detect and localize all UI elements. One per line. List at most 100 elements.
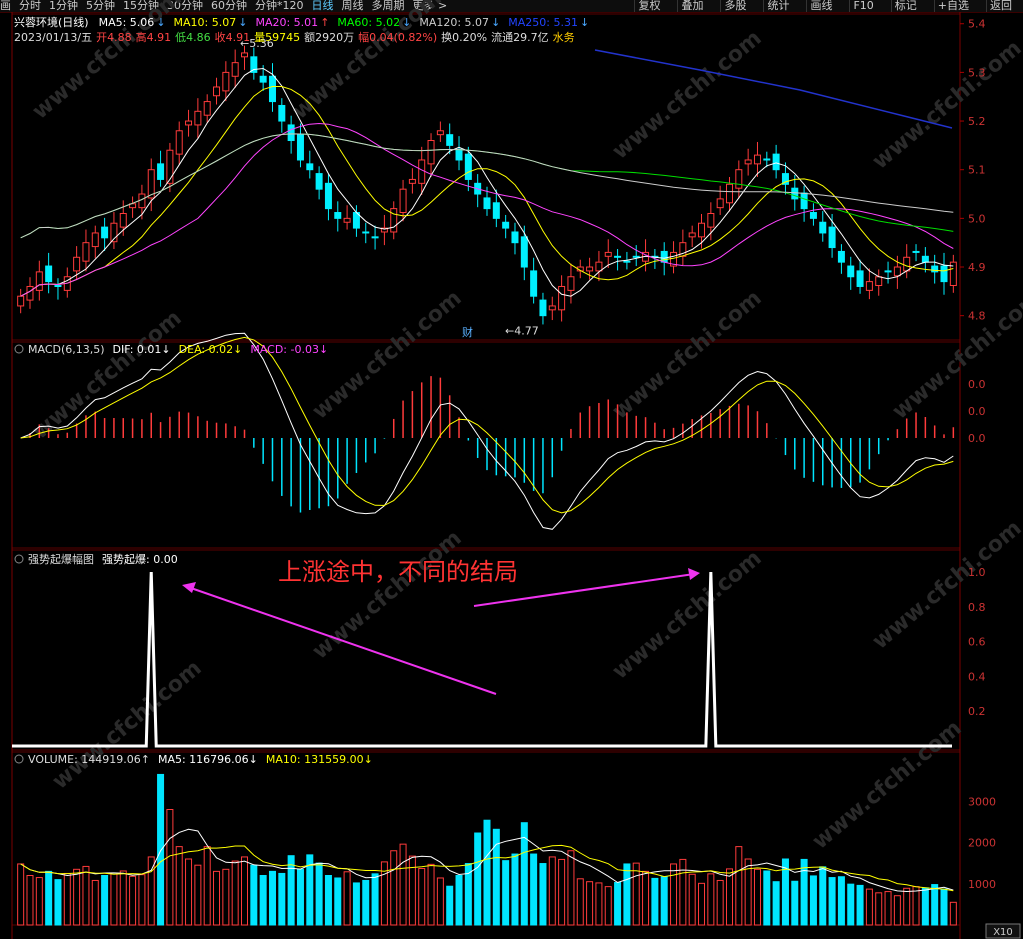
candle-body-58 bbox=[558, 285, 566, 311]
macd-tick-1: 0.0 bbox=[968, 405, 986, 418]
volume-bar-72 bbox=[688, 873, 696, 926]
volume-bar-45 bbox=[436, 877, 444, 926]
signal-tick-3: 0.8 bbox=[968, 601, 986, 614]
price-tick-5: 5.3 bbox=[968, 66, 986, 79]
volume-bar-19 bbox=[194, 864, 202, 926]
volume-bar-50 bbox=[483, 819, 491, 926]
volume-bar-35 bbox=[343, 871, 351, 926]
candle-body-89 bbox=[847, 265, 855, 278]
candle-body-11 bbox=[119, 212, 127, 228]
volume-bar-83 bbox=[791, 880, 799, 926]
volume-bar-49 bbox=[474, 832, 482, 926]
volume-bar-1 bbox=[26, 875, 34, 926]
volume-bar-23 bbox=[231, 860, 239, 926]
price-tick-4: 5.2 bbox=[968, 115, 986, 128]
candle-body-8 bbox=[91, 232, 99, 248]
volume-bar-93 bbox=[884, 891, 892, 926]
candle-body-75 bbox=[716, 198, 724, 209]
candle-body-35 bbox=[343, 217, 351, 223]
volume-bar-4 bbox=[54, 879, 62, 926]
watermark-4: www.cfchi.com bbox=[28, 306, 187, 445]
ma-label-0: MA5: 5.06 bbox=[99, 16, 155, 29]
volume-bar-15 bbox=[157, 773, 165, 926]
volume-bar-12 bbox=[129, 875, 137, 926]
candle-body-7 bbox=[82, 242, 90, 262]
volume-bar-8 bbox=[91, 879, 99, 926]
ma-arrow-4: ↓ bbox=[491, 16, 500, 29]
candle-body-92 bbox=[875, 276, 883, 287]
stock-chart[interactable]: www.cfchi.com www.cfchi.com www.cfchi.com w… bbox=[0, 0, 1023, 939]
watermark-5: www.cfchi.com bbox=[308, 286, 467, 425]
volume-bar-2 bbox=[35, 877, 43, 926]
volume-bar-90 bbox=[856, 884, 864, 926]
volume-bar-70 bbox=[670, 863, 678, 926]
candle-body-33 bbox=[324, 182, 332, 210]
candle-body-21 bbox=[213, 86, 221, 97]
candle-body-74 bbox=[707, 212, 715, 228]
price-tick-3: 5.1 bbox=[968, 164, 986, 177]
candle-body-24 bbox=[241, 52, 249, 58]
candle-body-83 bbox=[791, 187, 799, 200]
candle-body-87 bbox=[828, 226, 836, 249]
volume-bar-3 bbox=[45, 870, 53, 926]
macd-header-item-0: MACD(6,13,5) bbox=[28, 343, 105, 356]
candle-body-57 bbox=[548, 305, 556, 311]
volume-bar-97 bbox=[921, 887, 929, 926]
info-2: 高4.91 bbox=[136, 30, 172, 44]
volume-bar-60 bbox=[576, 878, 584, 926]
annotation-arrowhead-left bbox=[182, 582, 196, 593]
volume-bar-55 bbox=[530, 853, 538, 926]
volume-bar-14 bbox=[147, 856, 155, 926]
volume-bar-96 bbox=[912, 886, 920, 926]
candle-body-81 bbox=[772, 153, 780, 171]
watermark-9: www.cfchi.com bbox=[308, 526, 467, 665]
candle-body-22 bbox=[222, 71, 230, 92]
volume-bar-91 bbox=[865, 888, 873, 926]
candle-body-86 bbox=[819, 221, 827, 234]
signal-header-item-0: 强势起爆幅图 bbox=[28, 552, 94, 566]
macd-tick-2: 0.0 bbox=[968, 432, 986, 445]
ma-label-4: MA120: 5.07 bbox=[419, 16, 489, 29]
annotation-text: 上涨途中，不同的结局 bbox=[278, 558, 518, 586]
volume-bar-27 bbox=[268, 870, 276, 926]
candle-body-59 bbox=[567, 276, 575, 291]
candle-body-40 bbox=[390, 208, 398, 233]
volume-bar-64 bbox=[614, 882, 622, 926]
volume-bar-61 bbox=[586, 881, 594, 926]
volume-bar-7 bbox=[82, 865, 90, 926]
watermark-12: www.cfchi.com bbox=[808, 716, 967, 855]
candle-body-72 bbox=[688, 232, 696, 238]
volume-bar-63 bbox=[604, 886, 612, 926]
candle-body-48 bbox=[464, 153, 472, 180]
candle-body-3 bbox=[45, 265, 53, 283]
volume-bar-41 bbox=[399, 843, 407, 926]
volume-bar-77 bbox=[735, 846, 743, 926]
volume-bar-46 bbox=[446, 885, 454, 926]
price-tick-2: 5.0 bbox=[968, 212, 986, 225]
signal-tick-1: 0.4 bbox=[968, 670, 986, 683]
ma-arrow-2: ↑ bbox=[320, 16, 329, 29]
volume-bar-43 bbox=[418, 867, 426, 926]
volume-header-item-2: MA10: 131559.00↓ bbox=[266, 753, 373, 766]
candle-body-6 bbox=[73, 256, 81, 272]
low-label: ←4.77 bbox=[505, 324, 539, 337]
volume-bar-89 bbox=[847, 883, 855, 926]
macd-header-item-1: DIF: 0.01↓ bbox=[113, 343, 171, 356]
macd-tick-0: 0.0 bbox=[968, 378, 986, 391]
signal-tick-0: 0.2 bbox=[968, 705, 986, 718]
volume-header-item-1: MA5: 116796.06↓ bbox=[158, 753, 258, 766]
signal-tick-4: 1.0 bbox=[968, 566, 986, 579]
volume-bar-42 bbox=[408, 855, 416, 926]
candle-body-85 bbox=[809, 212, 817, 219]
volume-bar-26 bbox=[259, 875, 267, 926]
info-7: 幅0.04(0.82%) bbox=[358, 31, 437, 44]
volume-header-toggle-icon bbox=[14, 754, 24, 764]
candle-body-90 bbox=[856, 270, 864, 287]
volume-bar-38 bbox=[371, 873, 379, 926]
ma-label-5: MA250: 5.31 bbox=[508, 16, 578, 29]
candle-body-99 bbox=[940, 265, 948, 283]
volume-bar-88 bbox=[837, 876, 845, 926]
candle-body-80 bbox=[763, 158, 771, 161]
volume-bar-48 bbox=[464, 863, 472, 926]
ma-arrow-1: ↓ bbox=[238, 16, 247, 29]
